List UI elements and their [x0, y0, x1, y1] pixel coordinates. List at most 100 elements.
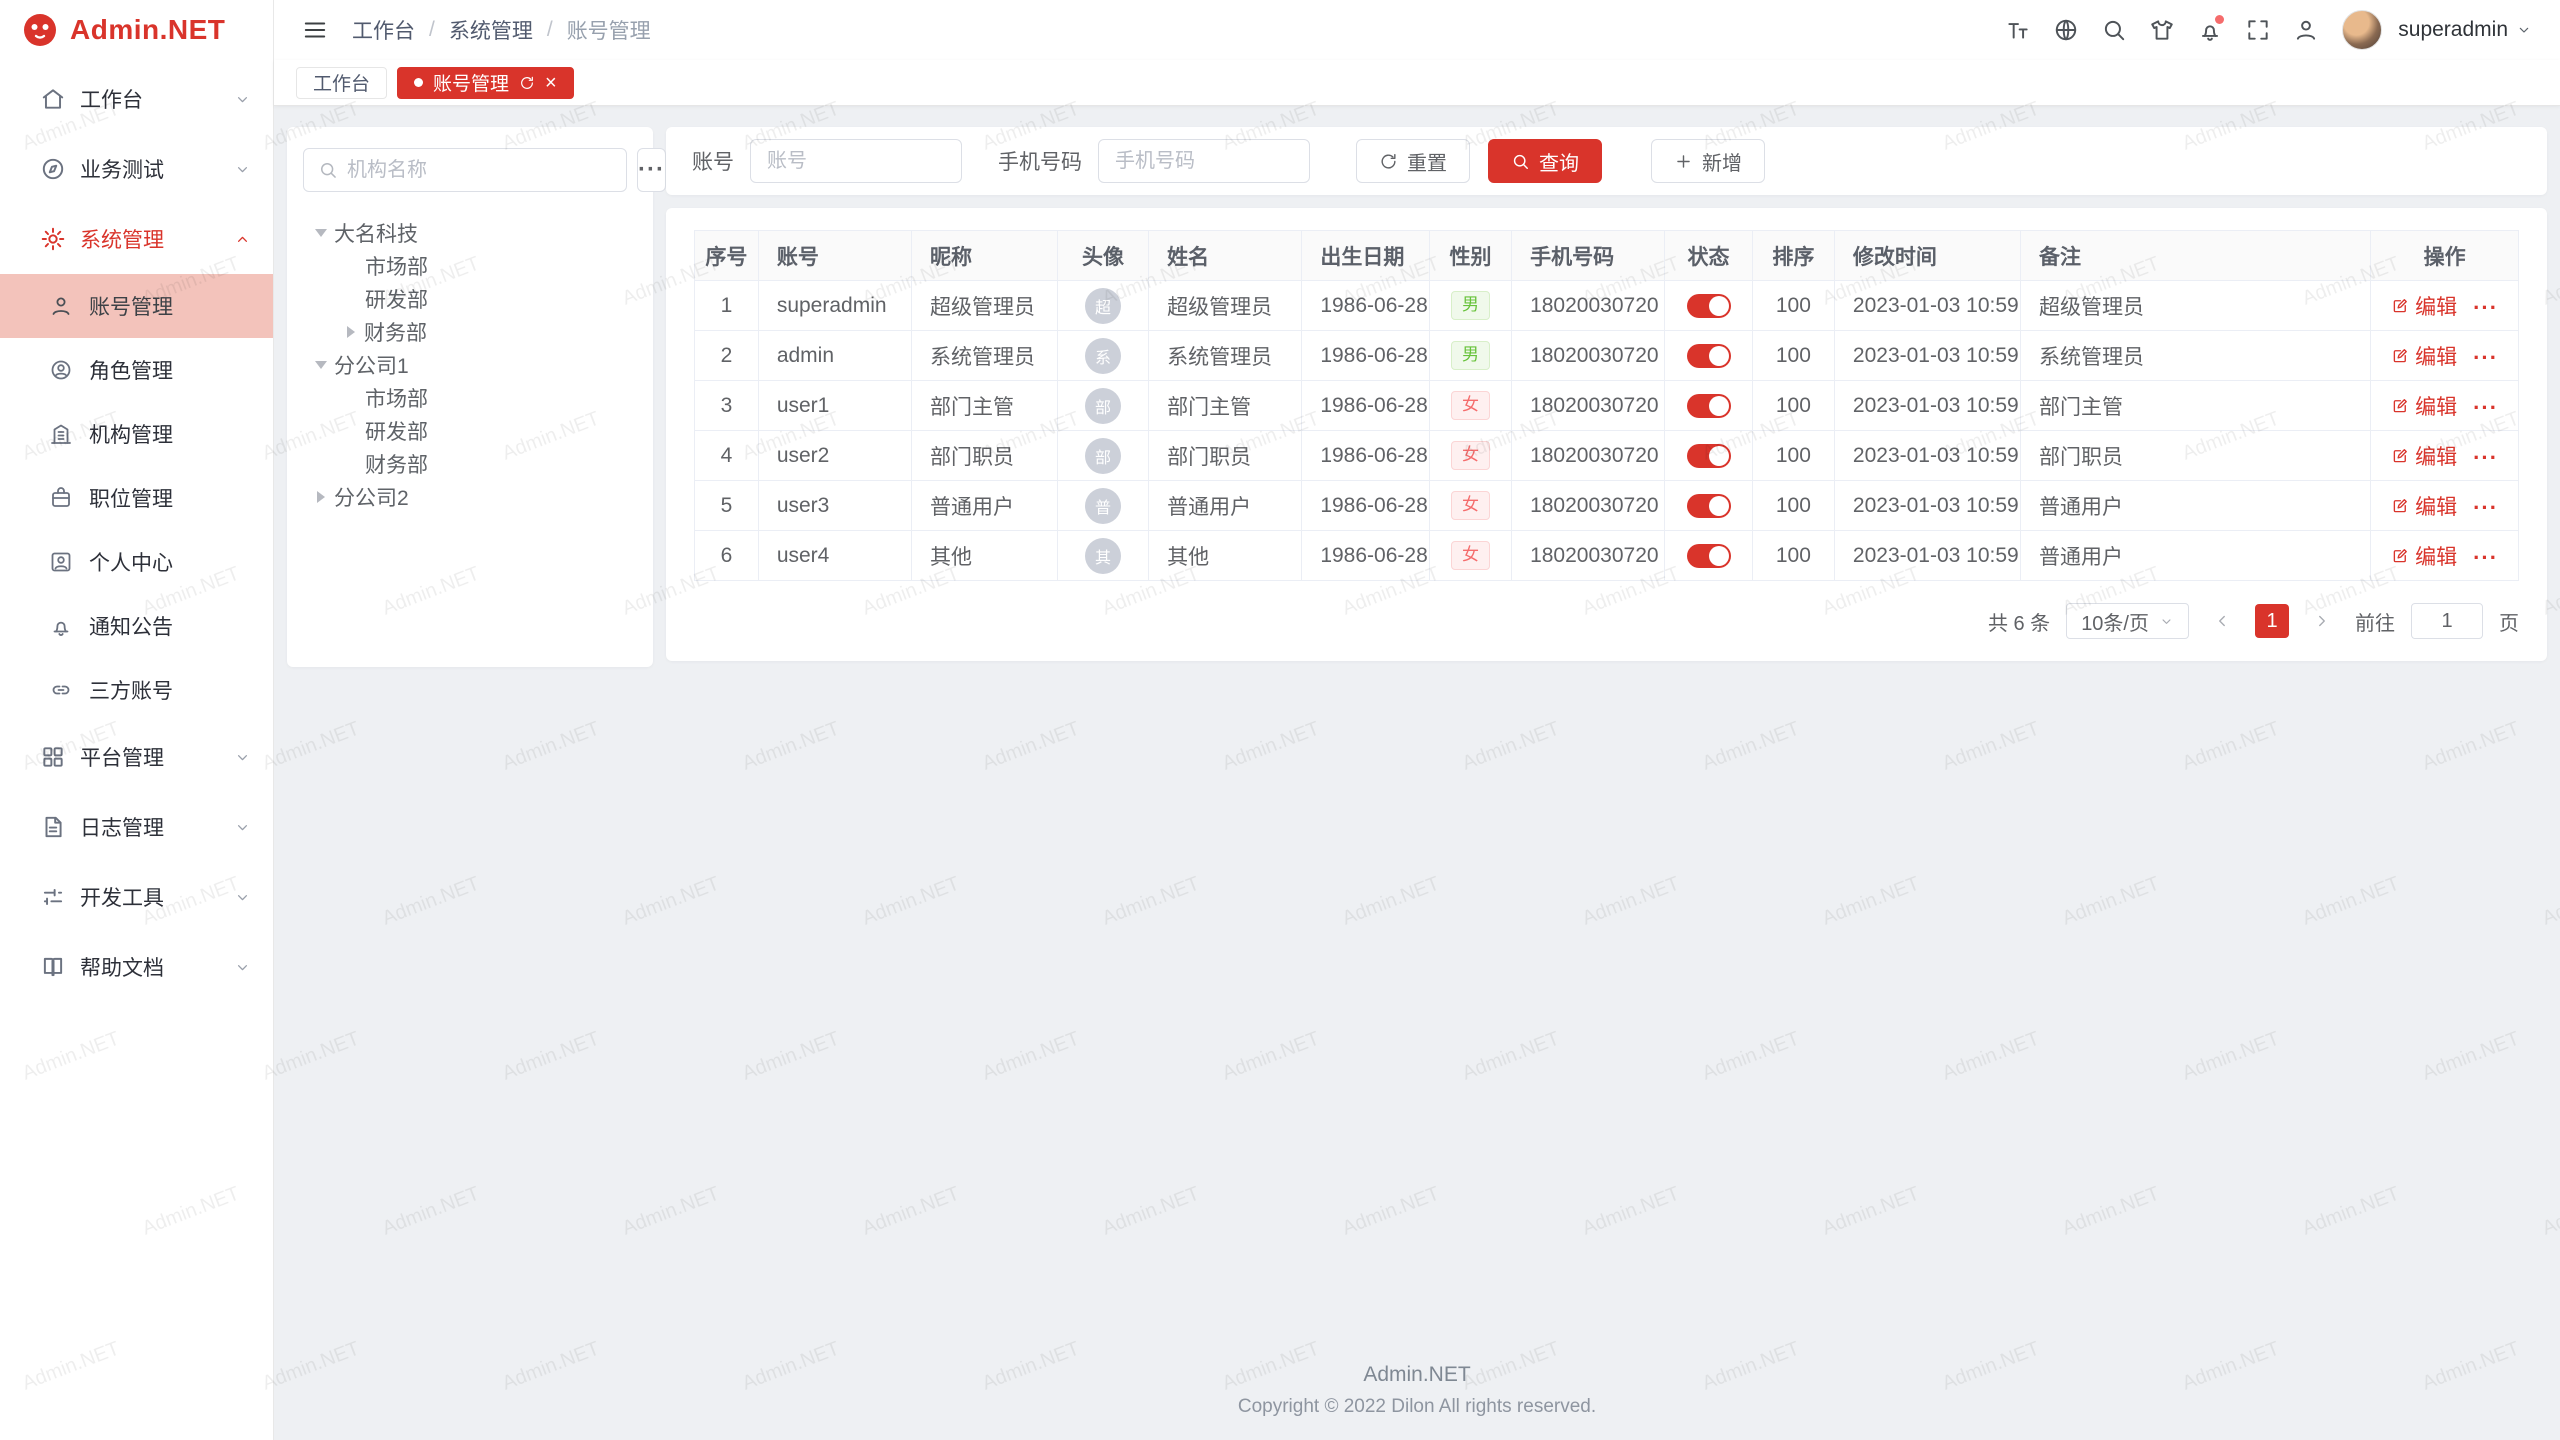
- theme-icon[interactable]: [2140, 8, 2184, 52]
- tree-node[interactable]: 市场部: [303, 381, 637, 414]
- tree-node[interactable]: 大名科技: [303, 216, 637, 249]
- cell-index: 6: [695, 531, 759, 581]
- cell-actions: 编辑 ···: [2371, 381, 2519, 431]
- row-avatar: 普: [1085, 488, 1121, 524]
- row-more-button[interactable]: ···: [2473, 545, 2498, 570]
- tree-node[interactable]: 分公司1: [303, 348, 637, 381]
- table-row: 4user2部门职员部部门职员1986-06-28女18020030720100…: [695, 431, 2519, 481]
- sidebar-item-workbench[interactable]: 工作台: [0, 64, 273, 134]
- reset-button[interactable]: 重置: [1356, 139, 1470, 183]
- status-toggle[interactable]: [1687, 394, 1731, 418]
- row-more-button[interactable]: ···: [2473, 345, 2498, 370]
- sidebar-item-system-management[interactable]: 系统管理: [0, 204, 273, 274]
- add-button[interactable]: 新增: [1651, 139, 1765, 183]
- edit-button[interactable]: 编辑: [2391, 541, 2457, 571]
- language-icon[interactable]: [2044, 8, 2088, 52]
- chevron-down-icon: [234, 889, 251, 906]
- pagination-next-button[interactable]: [2305, 604, 2339, 638]
- cell-nickname: 普通用户: [912, 481, 1058, 531]
- org-search-input[interactable]: [347, 159, 612, 182]
- pagination-prev-button[interactable]: [2205, 604, 2239, 638]
- sidebar-item-label: 个人中心: [89, 547, 173, 577]
- tree-caret-icon[interactable]: [315, 361, 327, 369]
- tree-node[interactable]: 财务部: [303, 315, 637, 348]
- cell-phone: 18020030720: [1512, 281, 1665, 331]
- sidebar-item-notice-announcement[interactable]: 通知公告: [0, 594, 273, 658]
- edit-button[interactable]: 编辑: [2391, 341, 2457, 371]
- row-more-button[interactable]: ···: [2473, 395, 2498, 420]
- tree-node[interactable]: 分公司2: [303, 480, 637, 513]
- search-icon: [318, 160, 338, 180]
- sidebar-item-org-management[interactable]: 机构管理: [0, 402, 273, 466]
- user-icon[interactable]: [2284, 8, 2328, 52]
- cell-modified: 2023-01-03 10:59:44: [1834, 431, 2020, 481]
- breadcrumb-item[interactable]: 系统管理: [449, 15, 533, 45]
- breadcrumb-item[interactable]: 工作台: [352, 15, 415, 45]
- notifications-bell-icon[interactable]: [2188, 8, 2232, 52]
- status-toggle[interactable]: [1687, 544, 1731, 568]
- account-input[interactable]: [750, 139, 962, 183]
- row-more-button[interactable]: ···: [2473, 295, 2498, 320]
- hamburger-menu-icon[interactable]: [298, 13, 332, 47]
- cell-name: 普通用户: [1149, 481, 1302, 531]
- status-toggle[interactable]: [1687, 344, 1731, 368]
- sidebar-item-position-management[interactable]: 职位管理: [0, 466, 273, 530]
- row-more-button[interactable]: ···: [2473, 445, 2498, 470]
- tree-node[interactable]: 财务部: [303, 447, 637, 480]
- status-toggle[interactable]: [1687, 294, 1731, 318]
- chevron-down-icon[interactable]: [2516, 22, 2532, 38]
- sidebar-item-platform-management[interactable]: 平台管理: [0, 722, 273, 792]
- tab-refresh-icon[interactable]: [519, 75, 535, 91]
- tab-workbench[interactable]: 工作台: [296, 67, 387, 99]
- sidebar-item-third-party-account[interactable]: 三方账号: [0, 658, 273, 722]
- goto-page-input[interactable]: [2411, 603, 2483, 639]
- cell-modified: 2023-01-03 10:59:44: [1834, 331, 2020, 381]
- sidebar-menu: 工作台业务测试系统管理账号管理角色管理机构管理职位管理个人中心通知公告三方账号平…: [0, 60, 273, 1002]
- cell-sort: 100: [1752, 331, 1834, 381]
- tree-caret-icon[interactable]: [315, 229, 327, 237]
- edit-button[interactable]: 编辑: [2391, 491, 2457, 521]
- tree-node[interactable]: 市场部: [303, 249, 637, 282]
- status-toggle[interactable]: [1687, 444, 1731, 468]
- status-toggle[interactable]: [1687, 494, 1731, 518]
- username[interactable]: superadmin: [2398, 18, 2508, 42]
- tree-node-label: 分公司2: [334, 482, 409, 512]
- cell-account: user2: [758, 431, 911, 481]
- table-row: 3user1部门主管部部门主管1986-06-28女18020030720100…: [695, 381, 2519, 431]
- row-more-button[interactable]: ···: [2473, 495, 2498, 520]
- sidebar-item-help-docs[interactable]: 帮助文档: [0, 932, 273, 1002]
- top-header: 工作台 / 系统管理 / 账号管理 superadmin: [274, 0, 2560, 60]
- gender-tag: 女: [1451, 541, 1490, 570]
- edit-button[interactable]: 编辑: [2391, 291, 2457, 321]
- cell-nickname: 部门主管: [912, 381, 1058, 431]
- pagination-page-1[interactable]: 1: [2255, 604, 2289, 638]
- tree-more-button[interactable]: ···: [637, 148, 666, 192]
- sidebar-item-account-management[interactable]: 账号管理: [0, 274, 273, 338]
- sidebar-item-log-management[interactable]: 日志管理: [0, 792, 273, 862]
- search-icon[interactable]: [2092, 8, 2136, 52]
- page-size-select[interactable]: 10条/页: [2066, 603, 2189, 639]
- footer-copyright: Copyright © 2022 Dilon All rights reserv…: [274, 1396, 2560, 1418]
- sidebar-item-role-management[interactable]: 角色管理: [0, 338, 273, 402]
- sidebar-item-personal-center[interactable]: 个人中心: [0, 530, 273, 594]
- sidebar-item-business-test[interactable]: 业务测试: [0, 134, 273, 204]
- font-size-icon[interactable]: [1996, 8, 2040, 52]
- tree-caret-icon[interactable]: [317, 491, 325, 503]
- fullscreen-icon[interactable]: [2236, 8, 2280, 52]
- search-button[interactable]: 查询: [1488, 139, 1602, 183]
- tree-caret-icon[interactable]: [347, 326, 355, 338]
- avatar[interactable]: [2342, 10, 2382, 50]
- table-row: 5user3普通用户普普通用户1986-06-28女18020030720100…: [695, 481, 2519, 531]
- active-dot: [414, 78, 423, 87]
- tree-node[interactable]: 研发部: [303, 282, 637, 315]
- phone-input[interactable]: [1098, 139, 1310, 183]
- edit-button[interactable]: 编辑: [2391, 441, 2457, 471]
- sidebar-item-dev-tools[interactable]: 开发工具: [0, 862, 273, 932]
- tab-account-management[interactable]: 账号管理 ×: [397, 67, 574, 99]
- sidebar-item-label: 系统管理: [80, 224, 164, 254]
- tab-close-icon[interactable]: ×: [545, 73, 557, 93]
- edit-button[interactable]: 编辑: [2391, 391, 2457, 421]
- cell-gender: 女: [1430, 381, 1512, 431]
- sidebar-item-label: 职位管理: [89, 483, 173, 513]
- tree-node[interactable]: 研发部: [303, 414, 637, 447]
